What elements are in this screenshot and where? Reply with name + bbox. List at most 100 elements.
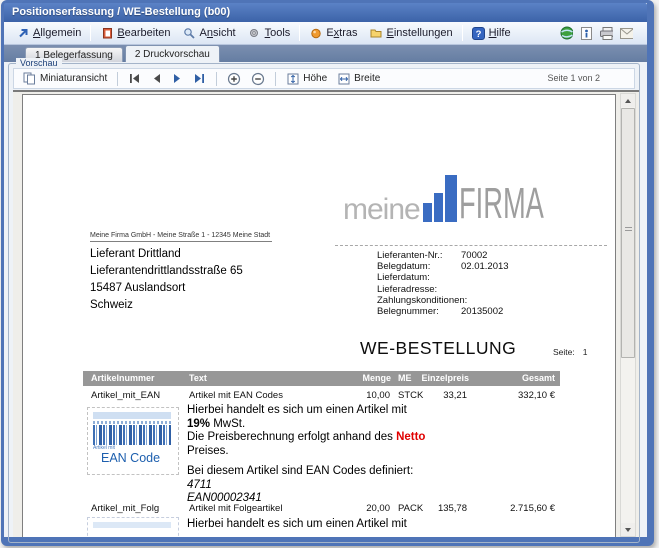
page-label: Seite: <box>553 347 575 357</box>
recipient-address: Lieferant Drittland Lieferantendrittland… <box>90 246 243 314</box>
menu-label: Allgemein <box>33 27 81 39</box>
desc-line-2: 19% MwSt. <box>187 418 527 432</box>
last-page-icon <box>193 73 206 84</box>
previous-page-icon <box>151 73 162 84</box>
menu-label: Bearbeiten <box>117 27 170 39</box>
fit-width-icon <box>337 72 350 85</box>
article-description-2: Hierbei handelt es sich um einen Artikel… <box>187 518 527 530</box>
printer-icon[interactable] <box>600 27 613 40</box>
scroll-up-button[interactable] <box>621 94 635 107</box>
info-label: Belegdatum: <box>377 261 461 272</box>
table-row: Artikel_mit_Folg Artikel mit Folgeartike… <box>83 501 560 515</box>
col-artikelnummer: Artikelnummer <box>91 371 155 386</box>
menu-label: Hilfe <box>489 27 511 39</box>
barcode-caption: EAN Code <box>101 451 173 465</box>
desc-line-5: Bei diesem Artikel sind EAN Codes defini… <box>187 465 527 479</box>
fit-width-button[interactable]: Breite <box>333 71 384 86</box>
desc-line-4: Preises. <box>187 445 527 459</box>
last-page-button[interactable] <box>189 72 210 85</box>
zoom-out-icon <box>251 72 265 86</box>
first-page-icon <box>128 73 141 84</box>
toolbar-separator <box>216 72 217 86</box>
mail-icon[interactable] <box>620 27 633 40</box>
menu-tools[interactable]: Tools <box>242 25 297 42</box>
info-value <box>461 272 509 283</box>
cell-artikelnummer: Artikel_mit_Folg <box>91 501 159 516</box>
svg-text:?: ? <box>475 29 481 40</box>
scroll-down-arrow-icon <box>625 528 631 532</box>
document-info-block: Lieferanten-Nr.:70002 Belegdatum:02.01.2… <box>377 250 509 317</box>
article-description: Hierbei handelt es sich um einen Artikel… <box>187 404 527 506</box>
scroll-down-button[interactable] <box>621 523 635 536</box>
barcode-header-strip <box>93 522 171 528</box>
globe-icon[interactable] <box>560 27 573 40</box>
edit-icon <box>100 27 113 40</box>
info-label: Belegnummer: <box>377 306 461 317</box>
menu-allgemein[interactable]: Allgemein <box>10 25 87 42</box>
zoom-out-button[interactable] <box>247 71 269 87</box>
menu-separator <box>299 25 300 41</box>
thumbnail-view-label: Miniaturansicht <box>40 73 107 84</box>
cell-menge: 20,00 <box>366 501 390 516</box>
scroll-up-arrow-icon <box>625 99 631 103</box>
info-label: Lieferadresse: <box>377 284 461 295</box>
recipient-name: Lieferant Drittland <box>90 246 243 263</box>
barcode-header-strip <box>93 412 171 419</box>
menu-hilfe[interactable]: ? Hilfe <box>466 25 517 42</box>
desc-line-1: Hierbei handelt es sich um einen Artikel… <box>187 404 527 418</box>
col-einzelpreis: Einzelpreis <box>421 371 469 386</box>
scrollbar-thumb[interactable] <box>621 108 635 358</box>
col-gesamt: Gesamt <box>522 371 555 386</box>
preview-region: meine FIRMA Meine Firma GmbH - Meine Str… <box>13 90 639 537</box>
cell-menge: 10,00 <box>366 388 390 403</box>
company-logo: meine FIRMA <box>343 175 596 223</box>
menu-extras[interactable]: Extras <box>303 25 363 42</box>
toolbar-separator <box>275 72 276 86</box>
cell-einzelpreis: 33,21 <box>443 388 467 403</box>
cell-einzelpreis: 135,78 <box>438 501 467 516</box>
next-page-button[interactable] <box>168 72 187 85</box>
magnifier-icon <box>183 27 196 40</box>
cell-text: Artikel mit EAN Codes <box>189 388 283 403</box>
preview-toolbar: Miniaturansicht Höhe Breite <box>13 68 635 89</box>
recipient-street: Lieferantendrittlandsstraße 65 <box>90 263 243 280</box>
recipient-city: 15487 Auslandsort <box>90 280 243 297</box>
info-value <box>461 295 509 306</box>
menu-einstellungen[interactable]: Einstellungen <box>364 25 459 42</box>
logo-text-meine: meine <box>343 198 420 223</box>
extras-icon <box>309 27 322 40</box>
menu-bearbeiten[interactable]: Bearbeiten <box>94 25 176 42</box>
menu-separator <box>90 25 91 41</box>
menubar-right-icons <box>560 27 641 40</box>
info-value: 70002 <box>461 250 509 261</box>
col-menge: Menge <box>362 371 391 386</box>
logo-text-firma: FIRMA <box>459 186 544 223</box>
menu-label: Extras <box>326 27 357 39</box>
first-page-button[interactable] <box>124 72 145 85</box>
fit-height-label: Höhe <box>303 73 327 84</box>
info-label: Lieferanten-Nr.: <box>377 250 461 261</box>
help-icon: ? <box>472 27 485 40</box>
thumbnail-view-button[interactable]: Miniaturansicht <box>19 71 111 86</box>
fit-height-button[interactable]: Höhe <box>282 71 331 86</box>
menu-ansicht[interactable]: Ansicht <box>177 25 242 42</box>
barcode-bars <box>93 425 171 445</box>
window-title: Positionserfassung / WE-Bestellung (b00) <box>12 6 230 18</box>
settings-folder-icon <box>370 27 383 40</box>
zoom-in-icon <box>227 72 241 86</box>
previous-page-button[interactable] <box>147 72 166 85</box>
cell-artikelnummer: Artikel_mit_EAN <box>91 388 160 403</box>
scrollbar-grip-icon <box>625 227 632 233</box>
info-value: 02.01.2013 <box>461 261 509 272</box>
logo-bars-icon <box>423 175 457 222</box>
info-icon[interactable] <box>580 27 593 40</box>
vertical-scrollbar[interactable] <box>620 93 636 537</box>
fit-height-icon <box>286 72 299 85</box>
tab-druckvorschau[interactable]: 2 Druckvorschau <box>125 45 220 62</box>
table-header: Artikelnummer Text Menge ME Einzelpreis … <box>83 371 560 386</box>
desc-line-3: Die Preisberechnung erfolgt anhand des N… <box>187 431 527 445</box>
page-indicator: Seite 1 von 2 <box>547 73 600 83</box>
zoom-in-button[interactable] <box>223 71 245 87</box>
info-label: Lieferdatum: <box>377 272 461 283</box>
recipient-country: Schweiz <box>90 297 243 314</box>
